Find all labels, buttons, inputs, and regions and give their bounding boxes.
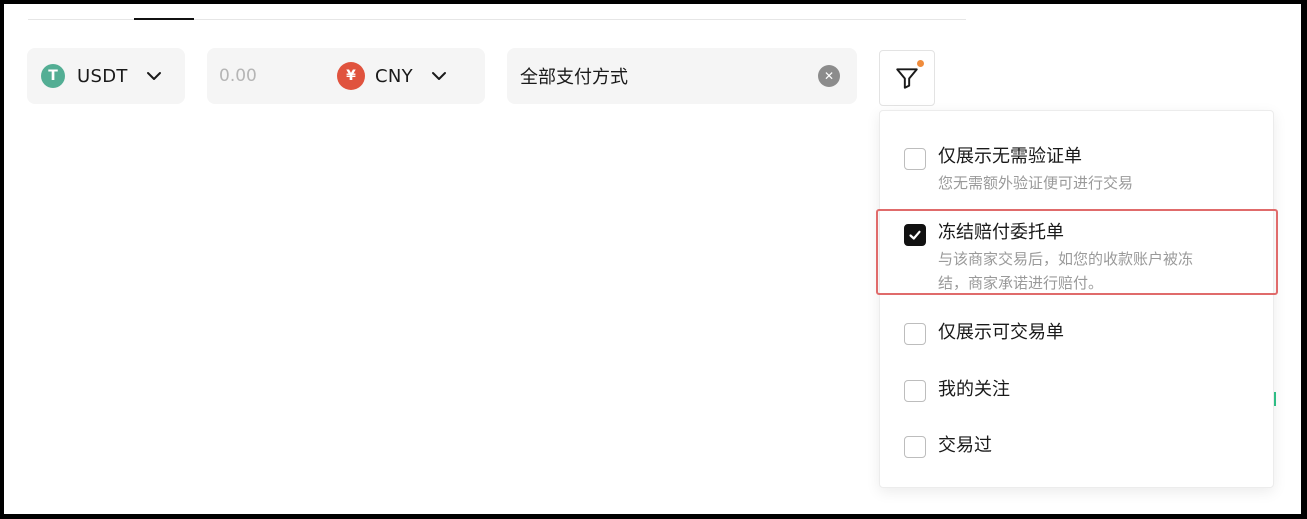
yuan-icon: ¥ (337, 62, 365, 90)
option-title: 冻结赔付委托单 (938, 222, 1064, 243)
app-frame: T USDT ¥ CNY 全部支付方式 ✕ 仅展示无需验证单 (4, 4, 1301, 514)
payment-method-selector[interactable]: 全部支付方式 ✕ (507, 48, 857, 104)
checkbox-tradable-only[interactable] (904, 323, 926, 345)
payment-method-label: 全部支付方式 (520, 67, 628, 88)
chevron-down-icon (146, 72, 161, 80)
checkbox-freeze-compensation[interactable] (904, 224, 926, 246)
option-freeze-compensation[interactable]: 冻结赔付委托单 与该商家交易后，如您的收款账户被冻 结，商家承诺进行赔付。 (880, 221, 1273, 295)
filter-dropdown-panel: 仅展示无需验证单 您无需额外验证便可进行交易 冻结赔付委托单 与该商家交易后，如… (876, 110, 1278, 488)
coin-selector[interactable]: T USDT (27, 48, 185, 104)
fiat-selector[interactable]: ¥ CNY (337, 62, 447, 90)
filter-funnel-icon (896, 68, 918, 89)
checkbox-no-verification[interactable] (904, 148, 926, 170)
option-description-line1: 与该商家交易后，如您的收款账户被冻 (938, 250, 1194, 268)
option-no-verification[interactable]: 仅展示无需验证单 您无需额外验证便可进行交易 (880, 145, 1273, 195)
option-title: 仅展示可交易单 (938, 322, 1064, 343)
checkmark-icon (909, 230, 921, 240)
checkbox-traded-before[interactable] (904, 436, 926, 458)
amount-fiat-group: ¥ CNY (207, 48, 485, 104)
chevron-down-icon (431, 72, 446, 80)
option-following[interactable]: 我的关注 (880, 378, 1273, 402)
option-title: 仅展示无需验证单 (938, 146, 1082, 167)
coin-label: USDT (77, 65, 128, 87)
option-title: 我的关注 (938, 379, 1010, 400)
clear-icon[interactable]: ✕ (818, 65, 840, 87)
checkbox-following[interactable] (904, 380, 926, 402)
option-tradable-only[interactable]: 仅展示可交易单 (880, 321, 1273, 345)
tether-icon: T (41, 64, 65, 88)
option-description-line2: 结，商家承诺进行赔付。 (938, 274, 1104, 292)
option-title: 交易过 (938, 435, 992, 456)
amount-input[interactable] (219, 66, 337, 86)
option-traded-before[interactable]: 交易过 (880, 434, 1273, 458)
tab-active-indicator (134, 18, 194, 20)
filter-active-indicator (917, 60, 924, 67)
option-description: 您无需额外验证便可进行交易 (938, 174, 1134, 192)
fiat-label: CNY (375, 65, 413, 87)
filter-button[interactable] (879, 50, 935, 106)
background-green-marker (1274, 392, 1276, 406)
